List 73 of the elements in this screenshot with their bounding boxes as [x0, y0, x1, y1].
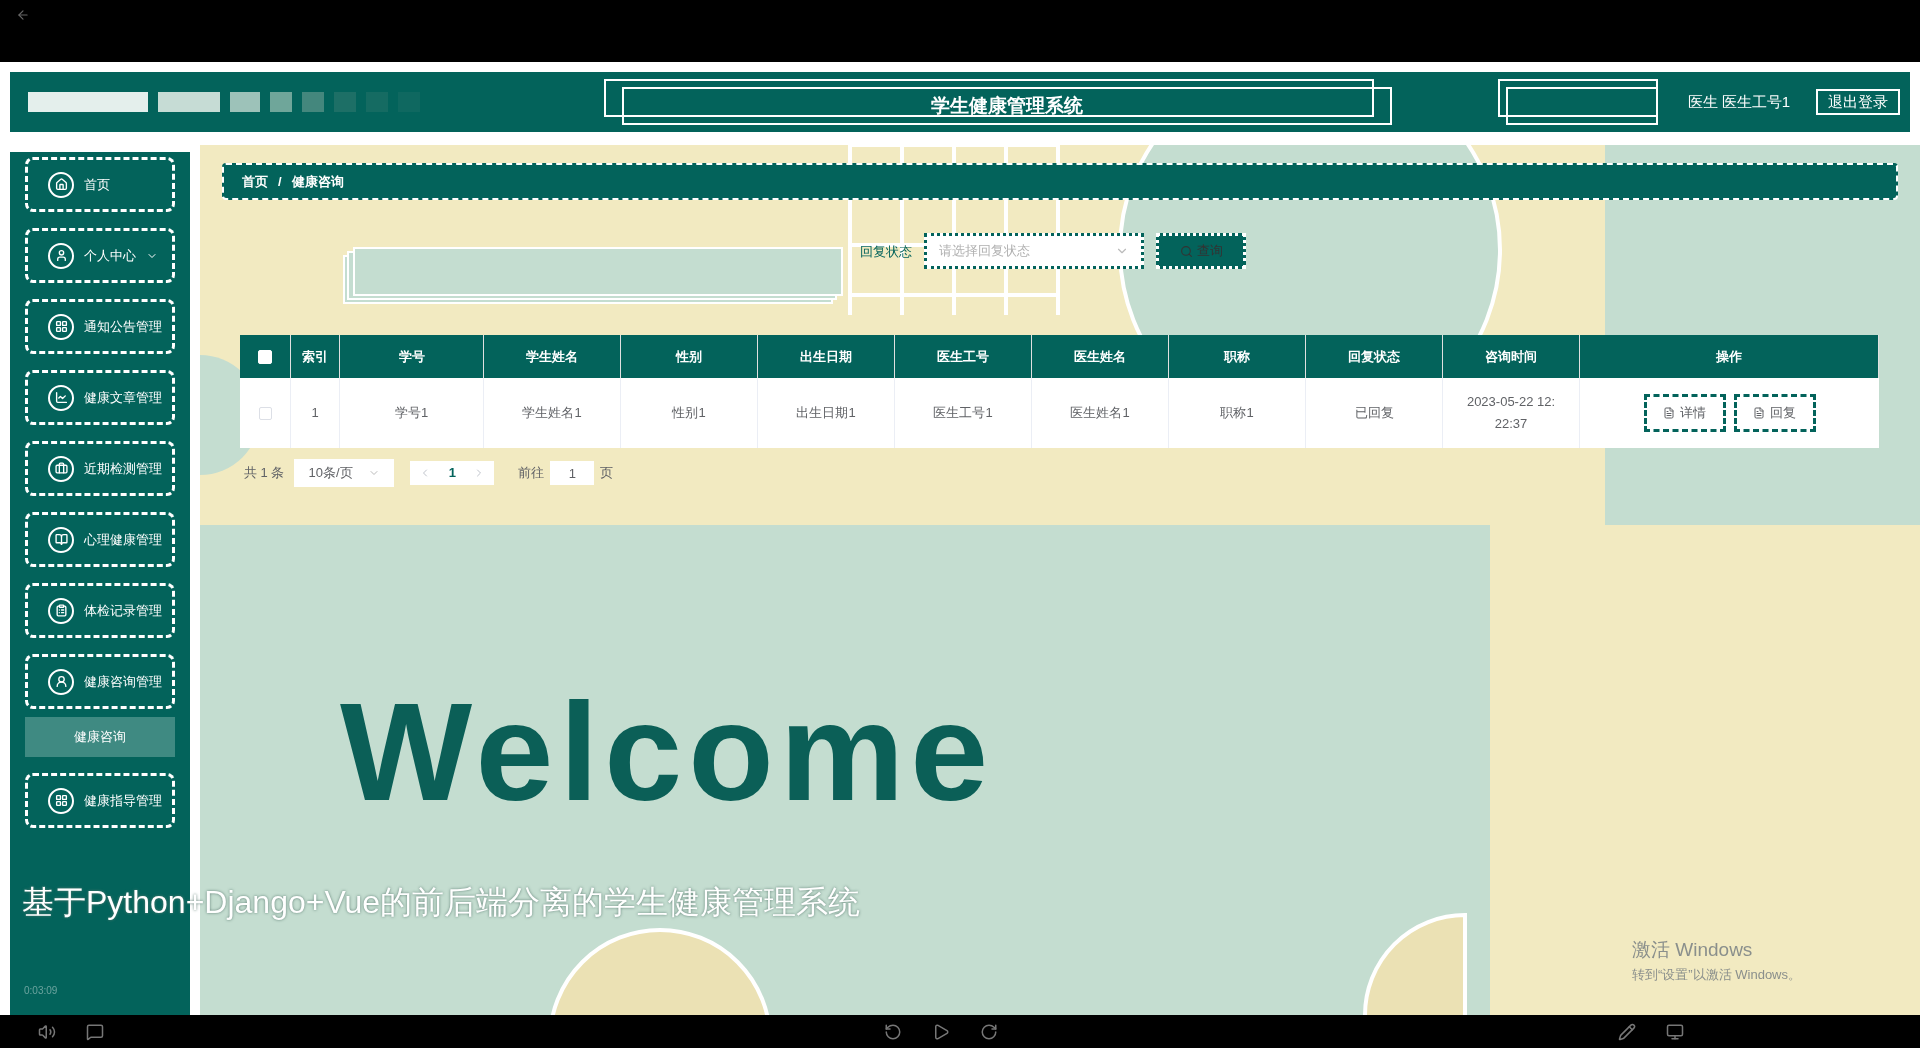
user-role: 医生 [1687, 91, 1718, 112]
table-header-cell: 出生日期 [758, 335, 895, 378]
activation-title: 激活 Windows [1632, 938, 1754, 962]
table-cell: 学号1 [340, 378, 484, 448]
sidebar-item[interactable]: 首页 [25, 157, 175, 212]
grid-icon [48, 313, 74, 340]
table-cell: 2023-05-22 12:22:37 [1443, 378, 1580, 448]
sidebar-item[interactable]: 心理健康管理 [25, 512, 175, 567]
row-action-button[interactable]: 详情 [1643, 394, 1726, 432]
document-icon [1753, 407, 1765, 419]
table-header-cell: 操作 [1580, 335, 1879, 378]
subtitles-icon[interactable] [86, 1022, 104, 1041]
table-header-cell: 回复状态 [1306, 335, 1443, 378]
table-header-cell: 职称 [1169, 335, 1306, 378]
table-header-cell: 医生姓名 [1032, 335, 1169, 378]
clipboard-icon [48, 597, 74, 624]
table-header-cell: 学生姓名 [484, 335, 621, 378]
table-cell: 已回复 [1306, 378, 1443, 448]
goto-label: 前往 [518, 464, 545, 483]
rewind-icon[interactable] [884, 1022, 902, 1041]
sidebar-item[interactable]: 通知公告管理 [25, 299, 175, 354]
breadcrumb-separator: / [278, 172, 282, 191]
goto-suffix: 页 [600, 464, 614, 483]
table-cell: 1 [291, 378, 340, 448]
row-action-button[interactable]: 回复 [1733, 394, 1816, 432]
table-cell: 医生工号1 [895, 378, 1032, 448]
user-name: 医生工号1 [1721, 91, 1790, 112]
chart-icon [48, 384, 74, 411]
grid-icon [48, 787, 74, 814]
table-cell: 性别1 [621, 378, 758, 448]
sidebar-item[interactable]: 健康咨询管理 [25, 654, 175, 709]
table-header-cell: 学号 [340, 335, 484, 378]
home-icon [48, 171, 74, 198]
user-icon [48, 242, 74, 269]
table-cell: 医生姓名1 [1032, 378, 1169, 448]
breadcrumb-item[interactable]: 健康咨询 [291, 171, 344, 192]
sidebar-item[interactable]: 健康文章管理 [25, 370, 175, 425]
activation-subtitle: 转到“设置”以激活 Windows。 [1632, 965, 1801, 984]
table-cell: 出生日期1 [758, 378, 895, 448]
forward-icon[interactable] [980, 1022, 998, 1041]
select-all-checkbox[interactable] [258, 349, 272, 364]
table-header-cell: 性别 [621, 335, 758, 378]
row-checkbox[interactable] [258, 406, 272, 420]
sidebar-item[interactable]: 个人中心 [25, 228, 175, 283]
submenu-item[interactable]: 健康咨询 [25, 717, 175, 757]
table-header-cell: 医生工号 [895, 335, 1032, 378]
volume-icon[interactable] [38, 1022, 56, 1041]
video-time: 0:03:09 [24, 984, 58, 998]
screen-icon[interactable] [1666, 1022, 1684, 1041]
welcome-text: Welcome [340, 677, 995, 827]
sidebar-item[interactable]: 近期检测管理 [25, 441, 175, 496]
breadcrumb-item[interactable]: 首页 [242, 171, 268, 192]
play-icon[interactable] [932, 1022, 950, 1041]
filter-label: 回复状态 [860, 243, 912, 261]
sidebar-item[interactable]: 体检记录管理 [25, 583, 175, 638]
total-count: 共 1 条 [244, 464, 285, 483]
book-icon [48, 526, 74, 553]
goto-page-field[interactable]: 1 [550, 461, 595, 485]
app-title: 学生健康管理系统 [621, 87, 1392, 125]
pen-icon[interactable] [1618, 1022, 1636, 1041]
search-icon [1179, 244, 1193, 258]
page-size-select[interactable]: 10条/页 [294, 459, 395, 487]
table-header-cell: 咨询时间 [1443, 335, 1580, 378]
table-header-cell: 索引 [291, 335, 340, 378]
sidebar-item[interactable]: 健康指导管理 [25, 773, 175, 828]
briefcase-icon [48, 455, 74, 482]
table-cell: 职称1 [1169, 378, 1306, 448]
page-number[interactable]: 1 [440, 461, 465, 485]
logout-link[interactable]: 退出登录 [1816, 88, 1900, 116]
header-decoration-icon [28, 92, 420, 112]
user-icon [48, 668, 74, 695]
table-cell: 学生姓名1 [484, 378, 621, 448]
document-icon [1663, 407, 1675, 419]
